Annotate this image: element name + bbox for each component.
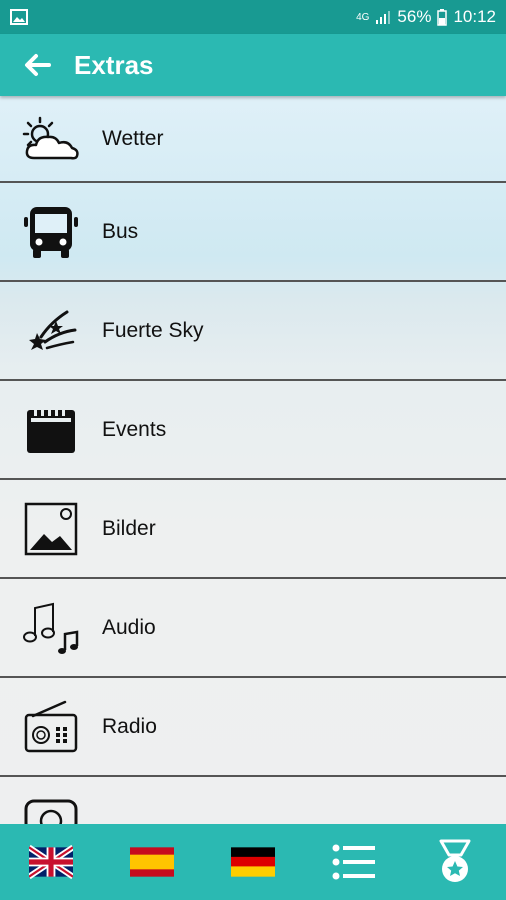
germany-flag-icon	[230, 847, 275, 877]
radio-icon	[24, 700, 78, 752]
list-item-audio[interactable]: Audio	[0, 579, 506, 678]
calendar-icon	[27, 405, 75, 453]
list-item-label: Audio	[102, 615, 156, 639]
battery-percent: 56%	[397, 7, 432, 26]
partial-item-icon	[24, 799, 78, 824]
extras-list: Wetter Bus Fuerte Sky Events Bilder Audi…	[0, 96, 506, 824]
list-item-label: Bus	[102, 219, 139, 243]
app-bar: Extras	[0, 34, 506, 96]
list-icon	[332, 844, 376, 880]
list-item-label: Events	[102, 417, 167, 441]
uk-flag-icon	[28, 844, 73, 880]
gallery-notification-icon	[10, 9, 28, 25]
list-item-partial[interactable]	[0, 777, 506, 824]
list-item-fuerte-sky[interactable]: Fuerte Sky	[0, 282, 506, 381]
list-item-bus[interactable]: Bus	[0, 183, 506, 282]
language-spanish-button[interactable]	[124, 837, 180, 887]
arrow-left-icon	[25, 54, 51, 76]
signal-icon	[376, 11, 391, 24]
weather-icon	[22, 116, 79, 159]
list-item-label: Wetter	[102, 126, 164, 150]
list-item-label: Fuerte Sky	[102, 318, 204, 342]
list-button[interactable]	[326, 837, 382, 887]
clock: 10:12	[453, 7, 496, 26]
status-bar: 4G 56% 10:12	[0, 0, 506, 34]
list-item-events[interactable]: Events	[0, 381, 506, 480]
back-button[interactable]	[0, 34, 74, 96]
language-german-button[interactable]	[225, 837, 281, 887]
network-type: 4G	[356, 11, 370, 23]
battery-icon	[437, 8, 448, 26]
medal-icon	[439, 839, 471, 882]
bus-icon	[24, 206, 78, 258]
shooting-stars-icon	[29, 310, 77, 350]
image-icon	[24, 502, 78, 555]
bottom-nav	[0, 824, 506, 900]
list-item-bilder[interactable]: Bilder	[0, 480, 506, 579]
spain-flag-icon	[129, 847, 174, 877]
music-notes-icon	[23, 602, 79, 654]
list-item-radio[interactable]: Radio	[0, 678, 506, 777]
page-title: Extras	[74, 49, 154, 80]
award-button[interactable]	[427, 837, 483, 887]
list-item-label: Radio	[102, 714, 157, 738]
list-item-wetter[interactable]: Wetter	[0, 96, 506, 183]
language-english-button[interactable]	[23, 837, 79, 887]
list-item-label: Bilder	[102, 516, 156, 540]
